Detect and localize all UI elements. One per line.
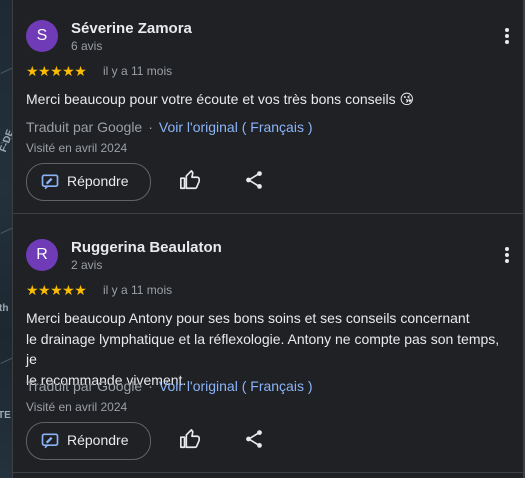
more-vert-icon[interactable] xyxy=(499,27,515,49)
share-icon[interactable] xyxy=(243,428,267,452)
visited-date: Visité en avril 2024 xyxy=(26,141,128,155)
translated-by: Traduit par Google xyxy=(26,378,143,394)
star-rating: ★★★★★ xyxy=(26,63,87,79)
review-text-line: Merci beaucoup Antony pour ses bons soin… xyxy=(26,310,470,326)
review-divider xyxy=(13,213,523,214)
review-time: il y a 11 mois xyxy=(103,283,173,297)
map-edge: F-DE th TE xyxy=(0,0,12,478)
reviewer-name[interactable]: Ruggerina Beaulaton xyxy=(71,239,222,256)
star-rating: ★★★★★ xyxy=(26,282,87,298)
review-divider xyxy=(13,472,523,473)
separator: · xyxy=(148,119,153,135)
reply-button[interactable]: Répondre xyxy=(26,422,151,460)
reply-label: Répondre xyxy=(67,173,129,189)
reviewer-name[interactable]: Séverine Zamora xyxy=(71,20,192,37)
thumb-up-icon[interactable] xyxy=(179,169,203,193)
review-text: Merci beaucoup pour votre écoute et vos … xyxy=(26,91,415,107)
more-vert-icon[interactable] xyxy=(499,246,515,268)
review-header: S Séverine Zamora 6 avis xyxy=(26,20,506,64)
review-header: R Ruggerina Beaulaton 2 avis xyxy=(26,239,506,283)
map-label: F-DE xyxy=(0,128,12,154)
see-original-link[interactable]: Voir l'original ( Français ) xyxy=(159,378,313,394)
visited-date: Visité en avril 2024 xyxy=(26,400,128,414)
separator: · xyxy=(148,378,153,394)
map-label: th xyxy=(0,303,9,314)
share-icon[interactable] xyxy=(243,169,267,193)
see-original-link[interactable]: Voir l'original ( Français ) xyxy=(159,119,313,135)
translation-row: Traduit par Google · Voir l'original ( Fra… xyxy=(26,378,313,394)
review-count: 2 avis xyxy=(71,258,103,272)
avatar[interactable]: S xyxy=(26,20,58,52)
rating-row: ★★★★★ il y a 11 mois xyxy=(26,63,326,79)
review-time: il y a 11 mois xyxy=(103,64,173,78)
reply-icon xyxy=(41,433,59,449)
translation-row: Traduit par Google · Voir l'original ( Fra… xyxy=(26,119,313,135)
translated-by: Traduit par Google xyxy=(26,119,143,135)
reply-label: Répondre xyxy=(67,432,129,448)
rating-row: ★★★★★ il y a 11 mois xyxy=(26,282,326,298)
reply-button[interactable]: Répondre xyxy=(26,163,151,201)
review-text-line: le drainage lymphatique et la réflexolog… xyxy=(26,330,500,368)
thumb-up-icon[interactable] xyxy=(179,428,203,452)
review-count: 6 avis xyxy=(71,39,103,53)
avatar[interactable]: R xyxy=(26,239,58,271)
panel-divider xyxy=(12,0,13,478)
map-label: TE xyxy=(0,410,11,421)
reply-icon xyxy=(41,174,59,190)
